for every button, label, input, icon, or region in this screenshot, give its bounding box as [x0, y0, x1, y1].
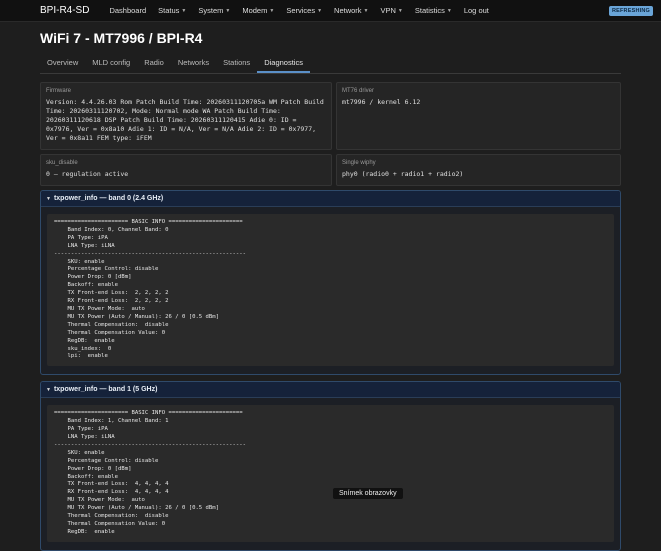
menu-logout[interactable]: Log out	[464, 6, 489, 15]
caret-down-icon: ▼	[446, 7, 452, 14]
driver-value: mt7996 / kernel 6.12	[342, 98, 421, 106]
tab-overview[interactable]: Overview	[40, 54, 85, 73]
disclosure-triangle-icon: ▼	[46, 195, 51, 202]
screenshot-toast: Snímek obrazovky	[333, 488, 403, 499]
wiphy-value: phy0 (radio0 + radio1 + radio2)	[342, 170, 464, 178]
menu-dashboard[interactable]: Dashboard	[109, 6, 146, 15]
sku-label: sku_disable	[46, 160, 78, 166]
wiphy-label: Single wiphy	[342, 160, 376, 166]
caret-down-icon: ▼	[269, 7, 275, 14]
menu-system[interactable]: System ▼	[198, 6, 230, 15]
menu-label: Status	[158, 6, 180, 15]
info-row-1: Firmware Version: 4.4.26.03 Rom Patch Bu…	[40, 82, 621, 150]
section-title: txpower_info — band 1 (5 GHz)	[53, 386, 158, 394]
menu-statistics[interactable]: Statistics ▼	[415, 6, 452, 15]
txpower-band0-section: ▼ txpower_info — band 0 (2.4 GHz) ======…	[40, 190, 621, 376]
caret-down-icon: ▼	[363, 7, 369, 14]
driver-card: MT76 driver mt7996 / kernel 6.12	[336, 82, 621, 150]
sku-card: sku_disable 0 — regulation active	[40, 154, 332, 186]
txpower-band1-section: ▼ txpower_info — band 1 (5 GHz) ========…	[40, 381, 621, 551]
caret-down-icon: ▼	[181, 7, 187, 14]
page-content: WiFi 7 - MT7996 / BPI-R4 Overview MLD co…	[0, 30, 661, 551]
menu-vpn[interactable]: VPN ▼	[381, 6, 403, 15]
tab-bar: Overview MLD config Radio Networks Stati…	[40, 54, 621, 74]
firmware-card: Firmware Version: 4.4.26.03 Rom Patch Bu…	[40, 82, 332, 150]
refreshing-badge[interactable]: REFRESHING	[608, 5, 653, 16]
menu-label: Modem	[242, 6, 268, 15]
txpower-band1-header[interactable]: ▼ txpower_info — band 1 (5 GHz)	[41, 382, 620, 399]
section-title: txpower_info — band 0 (2.4 GHz)	[53, 195, 164, 202]
main-menu: Dashboard Status ▼ System ▼ Modem ▼ Service…	[109, 6, 608, 15]
txpower-band0-output: ====================== BASIC INFO ======…	[47, 214, 614, 367]
tab-networks[interactable]: Networks	[171, 54, 216, 73]
tab-diagnostics[interactable]: Diagnostics	[257, 54, 310, 73]
disclosure-triangle-icon: ▼	[46, 386, 51, 393]
menu-network[interactable]: Network ▼	[334, 6, 368, 15]
page-title: WiFi 7 - MT7996 / BPI-R4	[40, 30, 203, 46]
tab-mld-config[interactable]: MLD config	[85, 54, 137, 73]
menu-label: Services	[286, 6, 316, 15]
txpower-band0-header[interactable]: ▼ txpower_info — band 0 (2.4 GHz)	[41, 191, 620, 207]
sku-value: 0 — regulation active	[46, 170, 129, 178]
info-row-2: sku_disable 0 — regulation active Single…	[40, 154, 621, 186]
menu-label: Network	[334, 6, 362, 15]
txpower-band1-output: ====================== BASIC INFO ======…	[47, 405, 614, 542]
menu-label: Log out	[463, 6, 489, 15]
brand-logo[interactable]: BPI-R4-SD	[40, 5, 89, 16]
firmware-label: Firmware	[46, 88, 71, 94]
menu-modem[interactable]: Modem ▼	[242, 6, 274, 15]
menu-label: Dashboard	[109, 6, 147, 15]
caret-down-icon: ▼	[317, 7, 323, 14]
menu-label: VPN	[380, 6, 396, 15]
caret-down-icon: ▼	[397, 7, 403, 14]
menu-label: Statistics	[414, 6, 445, 15]
menu-label: System	[198, 6, 224, 15]
driver-label: MT76 driver	[342, 88, 375, 94]
wiphy-card: Single wiphy phy0 (radio0 + radio1 + rad…	[336, 154, 621, 186]
tab-radio[interactable]: Radio	[137, 54, 171, 73]
tab-stations[interactable]: Stations	[216, 54, 257, 73]
caret-down-icon: ▼	[225, 7, 231, 14]
firmware-value: Version: 4.4.26.03 Rom Patch Build Time:…	[46, 98, 328, 142]
top-navbar: BPI-R4-SD Dashboard Status ▼ System ▼ Mode…	[0, 0, 661, 22]
menu-status[interactable]: Status ▼	[158, 6, 186, 15]
menu-services[interactable]: Services ▼	[286, 6, 322, 15]
